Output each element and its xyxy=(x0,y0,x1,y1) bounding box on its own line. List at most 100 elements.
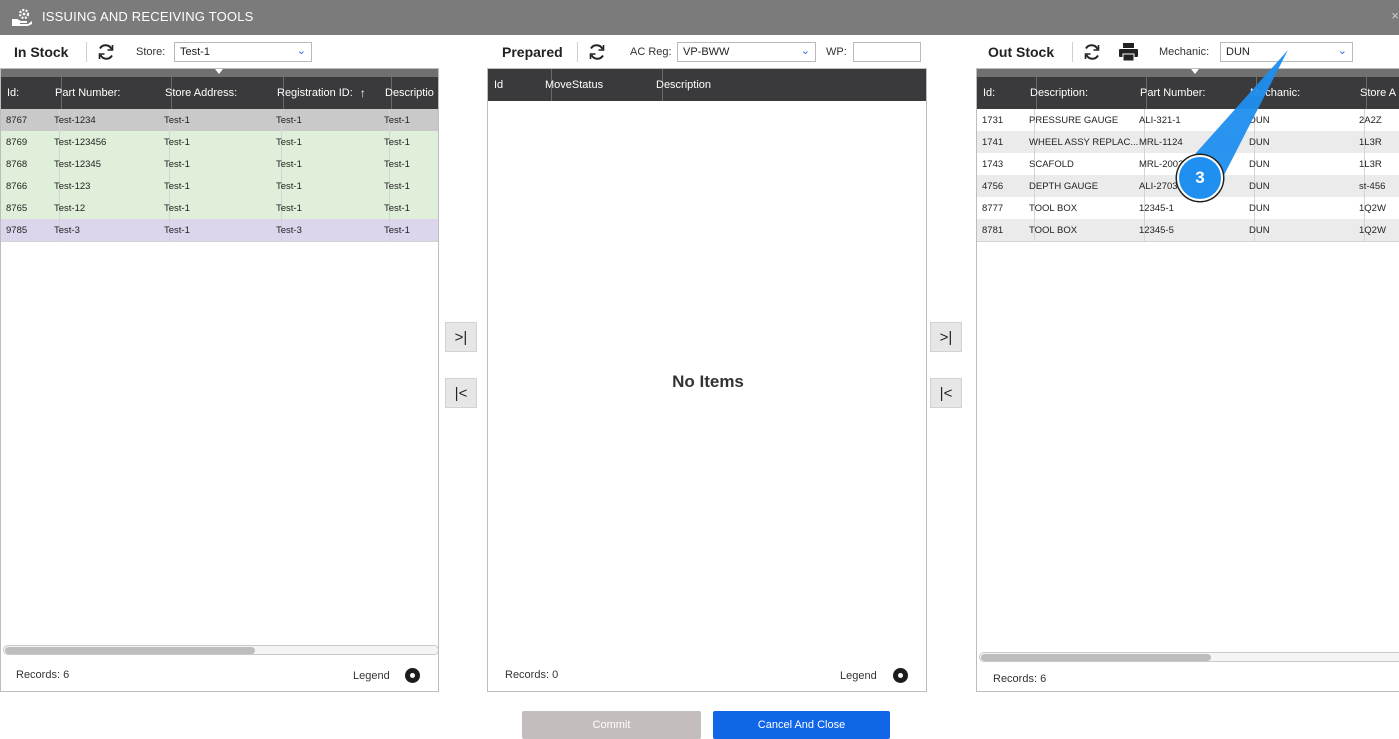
legend-label: Legend xyxy=(353,670,390,682)
window-title: ISSUING AND RECEIVING TOOLS xyxy=(42,9,254,24)
chevron-down-icon: ⌄ xyxy=(800,45,810,57)
column-header-store-address[interactable]: Store Address: xyxy=(159,77,284,109)
chevron-down-icon: ⌄ xyxy=(1337,45,1347,57)
in-stock-title: In Stock xyxy=(14,44,69,60)
cell-store-address: 1L3R xyxy=(1359,158,1382,170)
table-row[interactable]: 8781 TOOL BOX 12345-5 DUN 1Q2W xyxy=(977,219,1399,242)
cell-registration-id: Test-1 xyxy=(271,175,390,197)
ac-reg-select-value: VP-BWW xyxy=(683,46,730,58)
cell-part-number: Test-123456 xyxy=(49,131,170,153)
tools-hand-icon xyxy=(12,8,32,26)
cell-description: Test-1 xyxy=(384,136,410,148)
column-header-store-address[interactable]: Store A xyxy=(1354,77,1399,109)
out-stock-title: Out Stock xyxy=(988,44,1055,60)
print-icon[interactable] xyxy=(1118,42,1139,62)
scrollbar-thumb[interactable] xyxy=(981,654,1211,661)
store-label: Store: xyxy=(136,46,166,58)
legend-label: Legend xyxy=(840,670,877,682)
close-button[interactable]: × xyxy=(1391,8,1399,23)
cell-store-address: st-456 xyxy=(1359,180,1386,192)
cell-store-address: Test-1 xyxy=(159,131,282,153)
cancel-and-close-button[interactable]: Cancel And Close xyxy=(713,711,890,739)
prepared-title: Prepared xyxy=(502,44,563,60)
cell-description: DEPTH GAUGE xyxy=(1024,175,1145,197)
cell-part-number: Test-1234 xyxy=(49,109,170,131)
ac-reg-label: AC Reg: xyxy=(630,46,672,58)
move-all-to-prepared-button[interactable]: >| xyxy=(445,322,477,352)
window-title-bar: ISSUING AND RECEIVING TOOLS × xyxy=(0,0,1399,35)
column-header-description[interactable]: Descriptio xyxy=(379,77,438,109)
move-all-to-stock-button[interactable]: |< xyxy=(445,378,477,408)
table-row[interactable]: 8766 Test-123 Test-1 Test-1 Test-1 xyxy=(1,175,438,198)
column-header-registration-id-label: Registration ID: xyxy=(277,87,353,99)
horizontal-scrollbar[interactable] xyxy=(979,652,1399,662)
cell-registration-id: Test-1 xyxy=(271,131,390,153)
empty-state-text: No Items xyxy=(672,372,744,391)
cell-mechanic: DUN xyxy=(1244,219,1365,241)
table-row[interactable]: 8765 Test-12 Test-1 Test-1 Test-1 xyxy=(1,197,438,220)
cell-store-address: 1Q2W xyxy=(1359,202,1386,214)
table-row[interactable]: 8768 Test-12345 Test-1 Test-1 Test-1 xyxy=(1,153,438,176)
ac-reg-select[interactable]: VP-BWW ⌄ xyxy=(677,42,816,62)
in-stock-table-header: Id: Part Number: Store Address: Registra… xyxy=(1,77,438,109)
cell-description: Test-1 xyxy=(384,180,410,192)
cell-part-number: Test-123 xyxy=(49,175,170,197)
cell-description: TOOL BOX xyxy=(1024,219,1145,241)
expand-arrow-icon xyxy=(215,69,223,74)
column-header-registration-id[interactable]: Registration ID: ↑ xyxy=(271,77,392,109)
prepared-panel: Id MoveStatus Description No Items Recor… xyxy=(487,68,927,692)
column-header-move-status[interactable]: MoveStatus xyxy=(539,69,663,101)
cell-store-address: 1L3R xyxy=(1359,136,1382,148)
in-stock-rows: 8767 Test-1234 Test-1 Test-1 Test-1 8769 Test-… xyxy=(1,109,438,309)
cell-description: Test-1 xyxy=(384,202,410,214)
column-header-part-number[interactable]: Part Number: xyxy=(49,77,172,109)
eye-icon[interactable] xyxy=(893,668,908,683)
cell-description: WHEEL ASSY REPLAC... xyxy=(1024,131,1145,153)
move-all-to-out-stock-button[interactable]: >| xyxy=(930,322,962,352)
store-select[interactable]: Test-1 ⌄ xyxy=(174,42,312,62)
cell-registration-id: Test-1 xyxy=(271,197,390,219)
records-count: Records: 0 xyxy=(505,669,559,681)
chevron-down-icon: ⌄ xyxy=(296,45,306,57)
callout-step-badge: 3 xyxy=(1177,155,1223,201)
cell-store-address: Test-1 xyxy=(159,197,282,219)
prepared-table-header: Id MoveStatus Description xyxy=(488,69,926,101)
cell-store-address: Test-1 xyxy=(159,219,282,241)
column-header-description[interactable]: Description: xyxy=(1024,77,1147,109)
toolbar-divider xyxy=(86,42,87,62)
store-select-value: Test-1 xyxy=(180,46,210,58)
cell-part-number: 12345-5 xyxy=(1134,219,1255,241)
wp-input[interactable] xyxy=(853,42,921,62)
group-panel-handle[interactable] xyxy=(1,69,438,77)
cell-part-number: Test-12345 xyxy=(49,153,170,175)
table-row[interactable]: 9785 Test-3 Test-1 Test-3 Test-1 xyxy=(1,219,438,242)
records-count: Records: 6 xyxy=(993,673,1047,685)
cell-registration-id: Test-3 xyxy=(271,219,390,241)
refresh-icon[interactable] xyxy=(587,42,607,62)
table-row[interactable]: 8769 Test-123456 Test-1 Test-1 Test-1 xyxy=(1,131,438,154)
commit-button[interactable]: Commit xyxy=(522,711,701,739)
table-row[interactable]: 8767 Test-1234 Test-1 Test-1 Test-1 xyxy=(1,109,438,132)
cell-store-address: 2A2Z xyxy=(1359,114,1382,126)
cell-registration-id: Test-1 xyxy=(271,109,390,131)
refresh-icon[interactable] xyxy=(96,42,116,62)
cell-store-address: Test-1 xyxy=(159,175,282,197)
move-all-to-prepared-from-out-button[interactable]: |< xyxy=(930,378,962,408)
cell-description: Test-1 xyxy=(384,224,410,236)
cell-description: Test-1 xyxy=(384,158,410,170)
horizontal-scrollbar[interactable] xyxy=(3,645,438,655)
records-count: Records: 6 xyxy=(16,669,70,681)
toolbar-divider xyxy=(1072,42,1073,62)
eye-icon[interactable] xyxy=(405,668,420,683)
column-header-description[interactable]: Description xyxy=(650,69,926,101)
cell-part-number: Test-12 xyxy=(49,197,170,219)
cell-description: TOOL BOX xyxy=(1024,197,1145,219)
cell-store-address: Test-1 xyxy=(159,153,282,175)
toolbar-divider xyxy=(577,42,578,62)
in-stock-panel: Id: Part Number: Store Address: Registra… xyxy=(0,68,439,692)
refresh-icon[interactable] xyxy=(1082,42,1102,62)
wp-label: WP: xyxy=(826,46,847,58)
cell-registration-id: Test-1 xyxy=(271,153,390,175)
scrollbar-thumb[interactable] xyxy=(5,647,255,654)
cell-description: SCAFOLD xyxy=(1024,153,1145,175)
